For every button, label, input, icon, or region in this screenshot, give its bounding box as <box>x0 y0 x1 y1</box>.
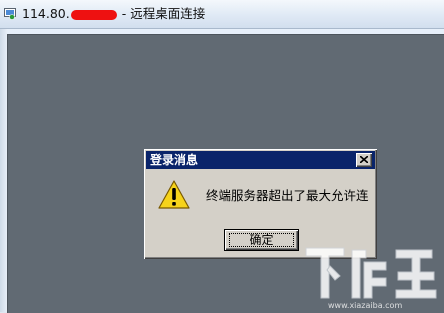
warning-icon <box>158 180 190 209</box>
watermark-site-text: www.xiazaiba.com <box>328 301 402 310</box>
close-icon <box>360 156 368 163</box>
dialog-message: 终端服务器超出了最大允许连 <box>206 188 369 203</box>
window-frame <box>0 29 7 312</box>
watermark-logo: www.xiazaiba.com <box>305 247 437 310</box>
ok-button[interactable]: 确定 <box>224 229 299 251</box>
ok-button-label: 确定 <box>249 233 274 247</box>
remote-desktop-window: 114.80. - 远程桌面连接 登录消息 终端服务器超出了最大允许连 确定 w… <box>0 0 444 313</box>
dialog-title: 登录消息 <box>150 153 199 167</box>
window-title: 114.80. - 远程桌面连接 <box>22 5 205 23</box>
window-title-app: - 远程桌面连接 <box>121 6 206 21</box>
window-title-address: 114.80. <box>22 6 70 21</box>
remote-desktop-titlebar[interactable]: 114.80. - 远程桌面连接 <box>0 0 444 29</box>
remote-desktop-app-icon[interactable] <box>4 8 16 20</box>
redaction-mark <box>70 9 117 20</box>
dialog-titlebar[interactable]: 登录消息 <box>146 151 375 169</box>
dialog-close-button[interactable] <box>356 153 372 167</box>
